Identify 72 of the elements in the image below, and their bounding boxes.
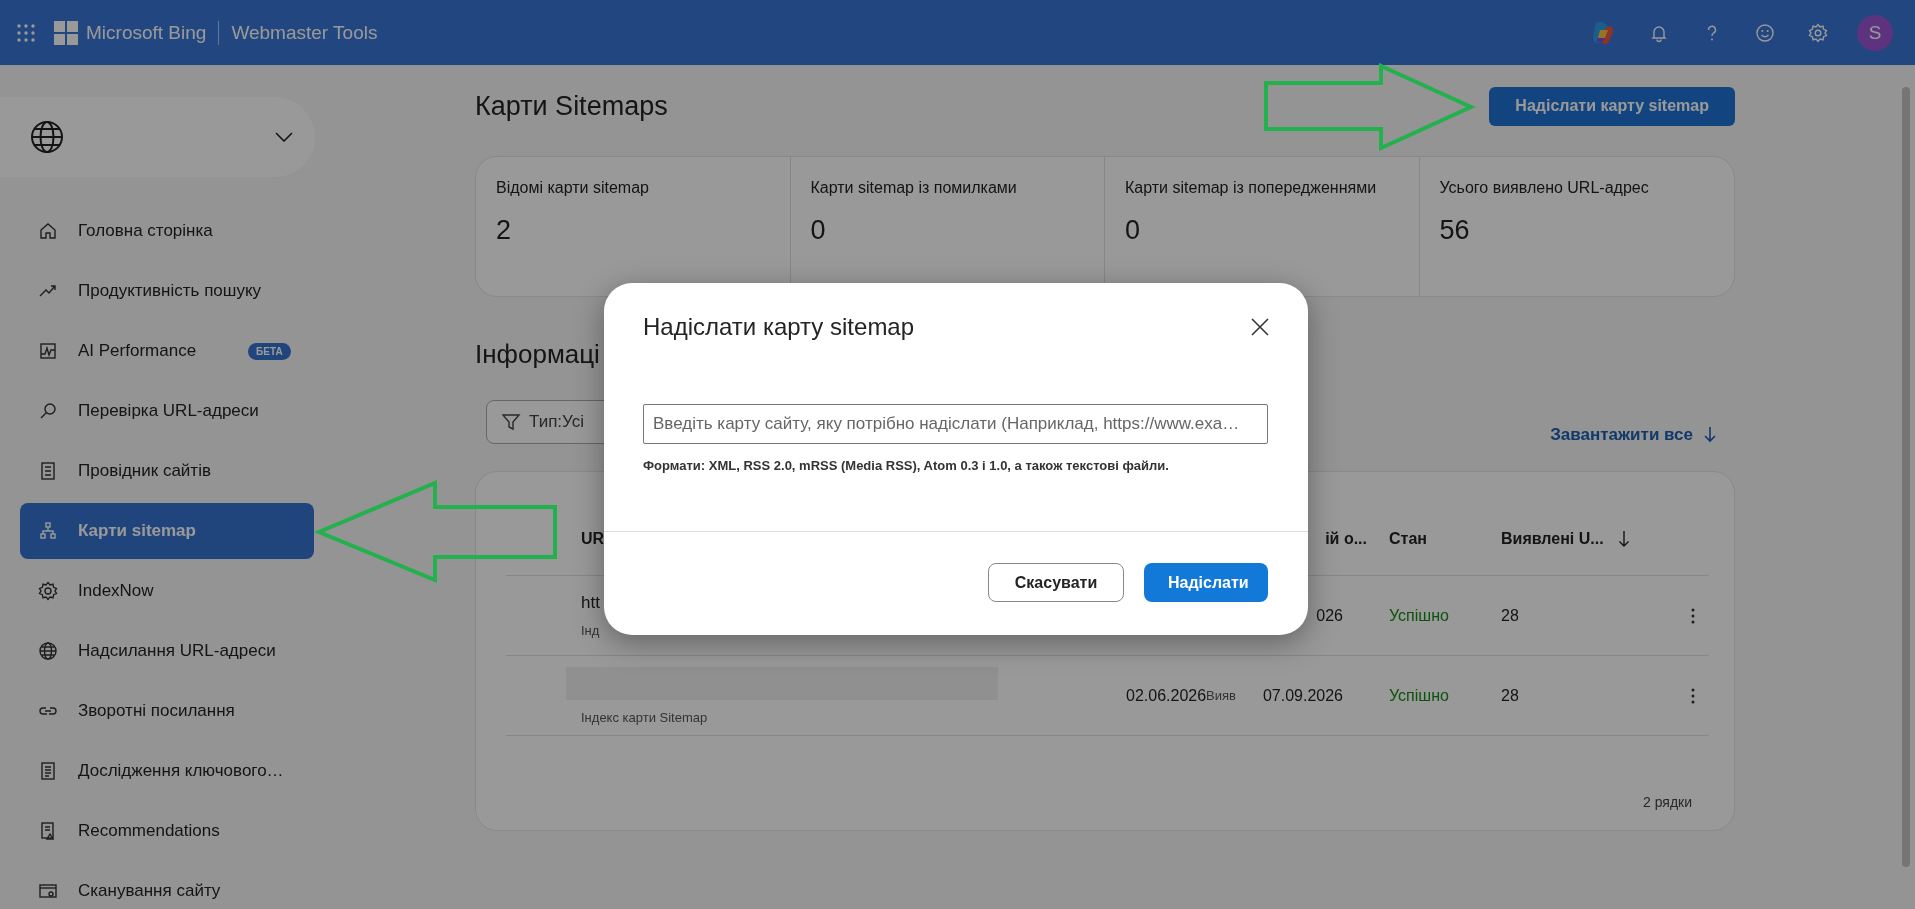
scrollbar[interactable] xyxy=(1902,87,1910,867)
table-cell: 026 xyxy=(1316,606,1343,625)
settings-icon[interactable] xyxy=(1808,22,1828,43)
download-all-link[interactable]: Завантажити все xyxy=(1550,424,1717,445)
sidebar-item[interactable]: Перевірка URL-адреси xyxy=(20,383,314,439)
table-cell: Вияв xyxy=(1206,688,1236,703)
stat-label: Карти sitemap із попередженнями xyxy=(1125,179,1378,197)
stat-value: 2 xyxy=(496,215,513,246)
apps-menu-icon[interactable] xyxy=(16,22,36,43)
sidebar-item[interactable]: Recommendations xyxy=(20,803,314,859)
chart-icon xyxy=(38,341,58,361)
table-cell: 07.09.2026 xyxy=(1262,686,1343,705)
sitemap-url[interactable]: htt xyxy=(581,593,600,613)
sidebar-item[interactable]: Сканування сайту xyxy=(20,863,314,909)
more-options-icon[interactable] xyxy=(1689,686,1696,705)
chevron-down-icon[interactable] xyxy=(275,132,293,142)
status-cell: Успішно xyxy=(1389,686,1449,705)
search-icon xyxy=(38,401,58,421)
checklist-icon xyxy=(38,461,58,481)
sidebar-item[interactable]: Зворотні посилання xyxy=(20,683,314,739)
sidebar-item[interactable]: Головна сторінка xyxy=(20,203,314,259)
submit-sitemap-button[interactable]: Надіслати карту sitemap xyxy=(1489,86,1735,126)
stat-value: 0 xyxy=(1125,215,1142,246)
sitemap-type: Інд xyxy=(581,623,600,638)
sitemap-icon xyxy=(38,521,58,541)
stat-label: Карти sitemap із помилками xyxy=(810,179,1018,197)
table-cell: 02.06.2026 xyxy=(1126,686,1207,705)
status-cell: Успішно xyxy=(1389,606,1449,625)
sidebar-item[interactable]: Провідник сайтів xyxy=(20,443,314,499)
dialog-title: Надіслати карту sitemap xyxy=(643,313,915,341)
stat-label: Усього виявлено URL-адрес xyxy=(1439,179,1650,197)
brand-name: Microsoft Bing xyxy=(86,21,207,44)
more-options-icon[interactable] xyxy=(1689,606,1696,625)
user-avatar[interactable]: S xyxy=(1857,14,1893,51)
sidebar-item[interactable]: Надсилання URL-адреси xyxy=(20,623,314,679)
sidebar-item[interactable]: Продуктивність пошуку xyxy=(20,263,314,319)
column-header[interactable]: UR xyxy=(581,529,605,548)
sidebar-item[interactable]: IndexNow xyxy=(20,563,314,619)
download-icon xyxy=(1703,425,1717,444)
page-title: Карти Sitemaps xyxy=(475,90,668,122)
sidebar-item[interactable]: AI Performance БЕТА xyxy=(20,323,314,379)
globe-icon xyxy=(38,641,58,661)
column-header[interactable]: Стан xyxy=(1389,529,1427,548)
sidebar-item[interactable]: Дослідження ключового… xyxy=(20,743,314,799)
home-icon xyxy=(38,221,58,241)
table-cell: 28 xyxy=(1501,686,1519,705)
beta-badge: БЕТА xyxy=(248,342,291,360)
column-header[interactable]: ій о... xyxy=(1325,529,1367,548)
sitemap-url-field[interactable]: Введіть карту сайту, яку потрібно надіслати (Наприклад, https://www.exa… xyxy=(643,404,1268,444)
stat-label: Відомі карти sitemap xyxy=(496,179,650,197)
stat-value: 0 xyxy=(810,215,827,246)
copilot-icon[interactable] xyxy=(1590,19,1616,46)
sitemap-type: Індекс карти Sitemap xyxy=(581,709,708,725)
windows-logo-icon xyxy=(54,20,78,45)
globe-icon xyxy=(30,120,64,154)
section-title: Інформаці xyxy=(475,339,601,370)
document-icon xyxy=(38,761,58,781)
table-cell: 28 xyxy=(1501,606,1519,625)
product-name[interactable]: Webmaster Tools xyxy=(231,21,378,44)
close-icon xyxy=(1250,317,1270,337)
row-count: 2 рядки xyxy=(1643,794,1692,810)
sidebar-item[interactable]: Карти sitemap xyxy=(20,503,314,559)
smiley-icon[interactable] xyxy=(1755,22,1775,43)
cancel-button[interactable]: Скасувати xyxy=(988,563,1124,602)
filter-icon xyxy=(501,412,521,432)
format-hint: Формати: XML, RSS 2.0, mRSS (Media RSS), Atom 0.3 і 1.0, а також текстові файли. xyxy=(643,458,1170,473)
column-header[interactable]: Виявлені U... xyxy=(1501,529,1604,548)
submit-button[interactable]: Надіслати xyxy=(1144,563,1268,602)
gear-icon xyxy=(38,581,58,601)
stat-value: 56 xyxy=(1439,215,1471,246)
window-icon xyxy=(38,881,58,901)
sort-descending-icon[interactable] xyxy=(1617,529,1630,548)
